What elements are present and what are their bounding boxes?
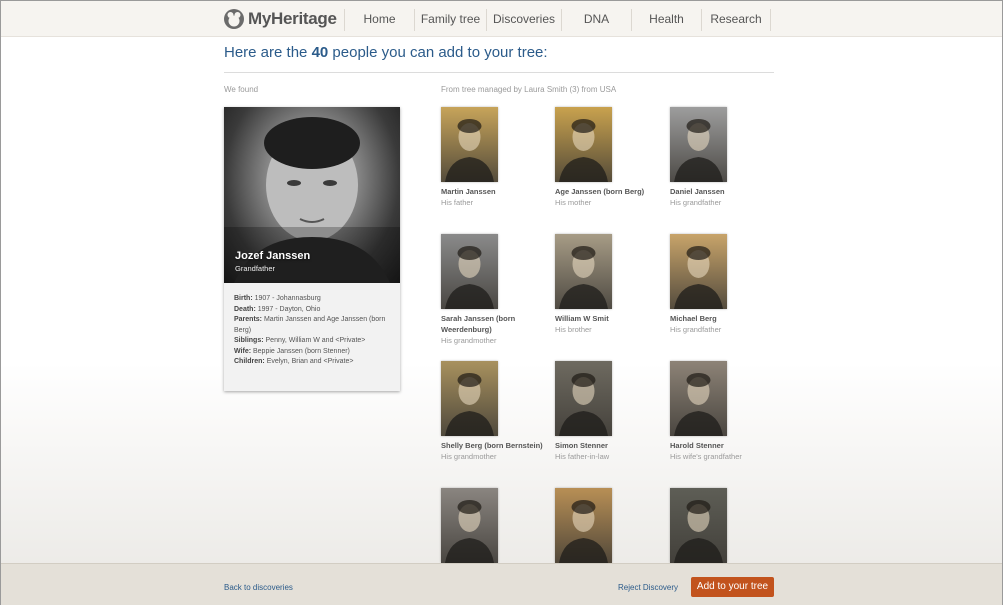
myheritage-logo[interactable]: MyHeritage xyxy=(223,8,337,30)
detail-death: Death: 1997 - Dayton, Ohio xyxy=(234,305,321,313)
person-silhouette-icon xyxy=(445,119,494,182)
headline-divider xyxy=(224,72,774,73)
main-nav: Home Family tree Discoveries DNA Health … xyxy=(344,9,771,31)
nav-health[interactable]: Health xyxy=(631,9,701,31)
person-photo xyxy=(555,361,612,436)
person-photo xyxy=(555,234,612,309)
detail-birth: Birth: 1907 - Johannasburg xyxy=(234,295,321,302)
person-photo xyxy=(441,488,498,563)
person-card[interactable] xyxy=(670,488,780,563)
main-person-details: Birth: 1907 - Johannasburg Death: 1997 -… xyxy=(234,294,392,368)
page-headline: Here are the 40 people you can add to yo… xyxy=(224,44,548,61)
person-relation: His wife's grandfather xyxy=(670,452,742,461)
person-silhouette-icon xyxy=(559,119,608,182)
person-silhouette-icon xyxy=(674,373,723,436)
person-photo xyxy=(555,488,612,563)
person-photo xyxy=(670,488,727,563)
person-photo xyxy=(441,361,498,436)
person-silhouette-icon xyxy=(674,246,723,309)
person-photo xyxy=(441,107,498,182)
person-name: Simon Stenner xyxy=(555,441,608,450)
person-name: Shelly Berg (born Bernstein) xyxy=(441,441,543,450)
top-navigation-bar: MyHeritage Home Family tree Discoveries … xyxy=(1,1,1002,37)
person-silhouette-icon xyxy=(674,119,723,182)
person-photo xyxy=(670,361,727,436)
add-to-tree-button[interactable]: Add to your tree xyxy=(691,577,774,597)
nav-home[interactable]: Home xyxy=(344,9,414,31)
person-name: Daniel Janssen xyxy=(670,187,725,196)
detail-siblings: Siblings: Penny, William W and <Private> xyxy=(234,337,366,344)
main-person-name: Jozef Janssen xyxy=(235,250,311,262)
person-photo xyxy=(555,107,612,182)
person-silhouette-icon xyxy=(559,246,608,309)
main-person-photo: Jozef Janssen Grandfather xyxy=(224,107,400,283)
main-person-relation: Grandfather xyxy=(235,264,276,273)
logo-text: MyHeritage xyxy=(248,9,337,28)
source-tree-label: From tree managed by Laura Smith (3) fro… xyxy=(441,85,617,94)
myheritage-logo-icon xyxy=(224,9,244,29)
person-photo xyxy=(441,234,498,309)
headline-suffix: people you can add to your tree: xyxy=(332,44,548,61)
person-card[interactable]: Daniel Janssen His grandfather xyxy=(670,107,780,208)
person-relation: His brother xyxy=(555,325,592,334)
person-silhouette-icon xyxy=(674,500,723,563)
person-name: William W Smit xyxy=(555,314,609,323)
person-name: Harold Stenner xyxy=(670,441,724,450)
person-card[interactable]: William W Smit His brother xyxy=(555,234,665,335)
person-card[interactable] xyxy=(441,488,551,563)
nav-dna[interactable]: DNA xyxy=(561,9,631,31)
person-card[interactable]: Simon Stenner His father-in-law xyxy=(555,361,665,462)
person-card[interactable]: Age Janssen (born Berg) His mother xyxy=(555,107,665,208)
person-relation: His grandfather xyxy=(670,325,722,334)
person-card[interactable]: Michael Berg His grandfather xyxy=(670,234,780,335)
person-silhouette-icon xyxy=(445,500,494,563)
person-silhouette-icon xyxy=(445,246,494,309)
person-relation: His grandmother xyxy=(441,452,497,461)
person-name: Michael Berg xyxy=(670,314,717,323)
reject-discovery-link[interactable]: Reject Discovery xyxy=(618,583,678,592)
person-card[interactable]: Sarah Janssen (born Weerdenburg) His gra… xyxy=(441,234,551,346)
person-relation: His father-in-law xyxy=(555,452,610,461)
main-person-card[interactable]: Jozef Janssen Grandfather Birth: 1907 - … xyxy=(224,107,400,391)
detail-children: Children: Evelyn, Brian and <Private> xyxy=(234,358,354,365)
person-silhouette-icon xyxy=(559,373,608,436)
detail-wife: Wife: Beppie Janssen (born Stenner) xyxy=(234,347,350,355)
person-relation: His grandmother xyxy=(441,336,497,345)
person-relation: His grandfather xyxy=(670,198,722,207)
we-found-label: We found xyxy=(224,85,259,94)
person-card[interactable]: Harold Stenner His wife's grandfather xyxy=(670,361,780,462)
person-photo xyxy=(670,234,727,309)
person-card[interactable]: Shelly Berg (born Bernstein) His grandmo… xyxy=(441,361,551,462)
person-silhouette-icon xyxy=(559,500,608,563)
person-card[interactable] xyxy=(555,488,665,563)
headline-prefix: Here are the xyxy=(224,44,308,61)
person-silhouette-icon xyxy=(445,373,494,436)
nav-family-tree[interactable]: Family tree xyxy=(414,9,486,31)
detail-parents: Parents: Martin Janssen and Age Janssen … xyxy=(234,316,386,334)
person-relation: His father xyxy=(441,198,474,207)
person-relation: His mother xyxy=(555,198,592,207)
action-footer: Back to discoveries Reject Discovery Add… xyxy=(1,563,1002,605)
person-photo xyxy=(670,107,727,182)
nav-discoveries[interactable]: Discoveries xyxy=(486,9,561,31)
person-name: Sarah Janssen (born Weerdenburg) xyxy=(441,314,516,334)
person-name: Martin Janssen xyxy=(441,187,496,196)
person-card[interactable]: Martin Janssen His father xyxy=(441,107,551,208)
back-to-discoveries-link[interactable]: Back to discoveries xyxy=(224,583,293,592)
people-count: 40 xyxy=(311,44,329,61)
nav-research[interactable]: Research xyxy=(701,9,771,31)
person-name: Age Janssen (born Berg) xyxy=(555,187,645,196)
